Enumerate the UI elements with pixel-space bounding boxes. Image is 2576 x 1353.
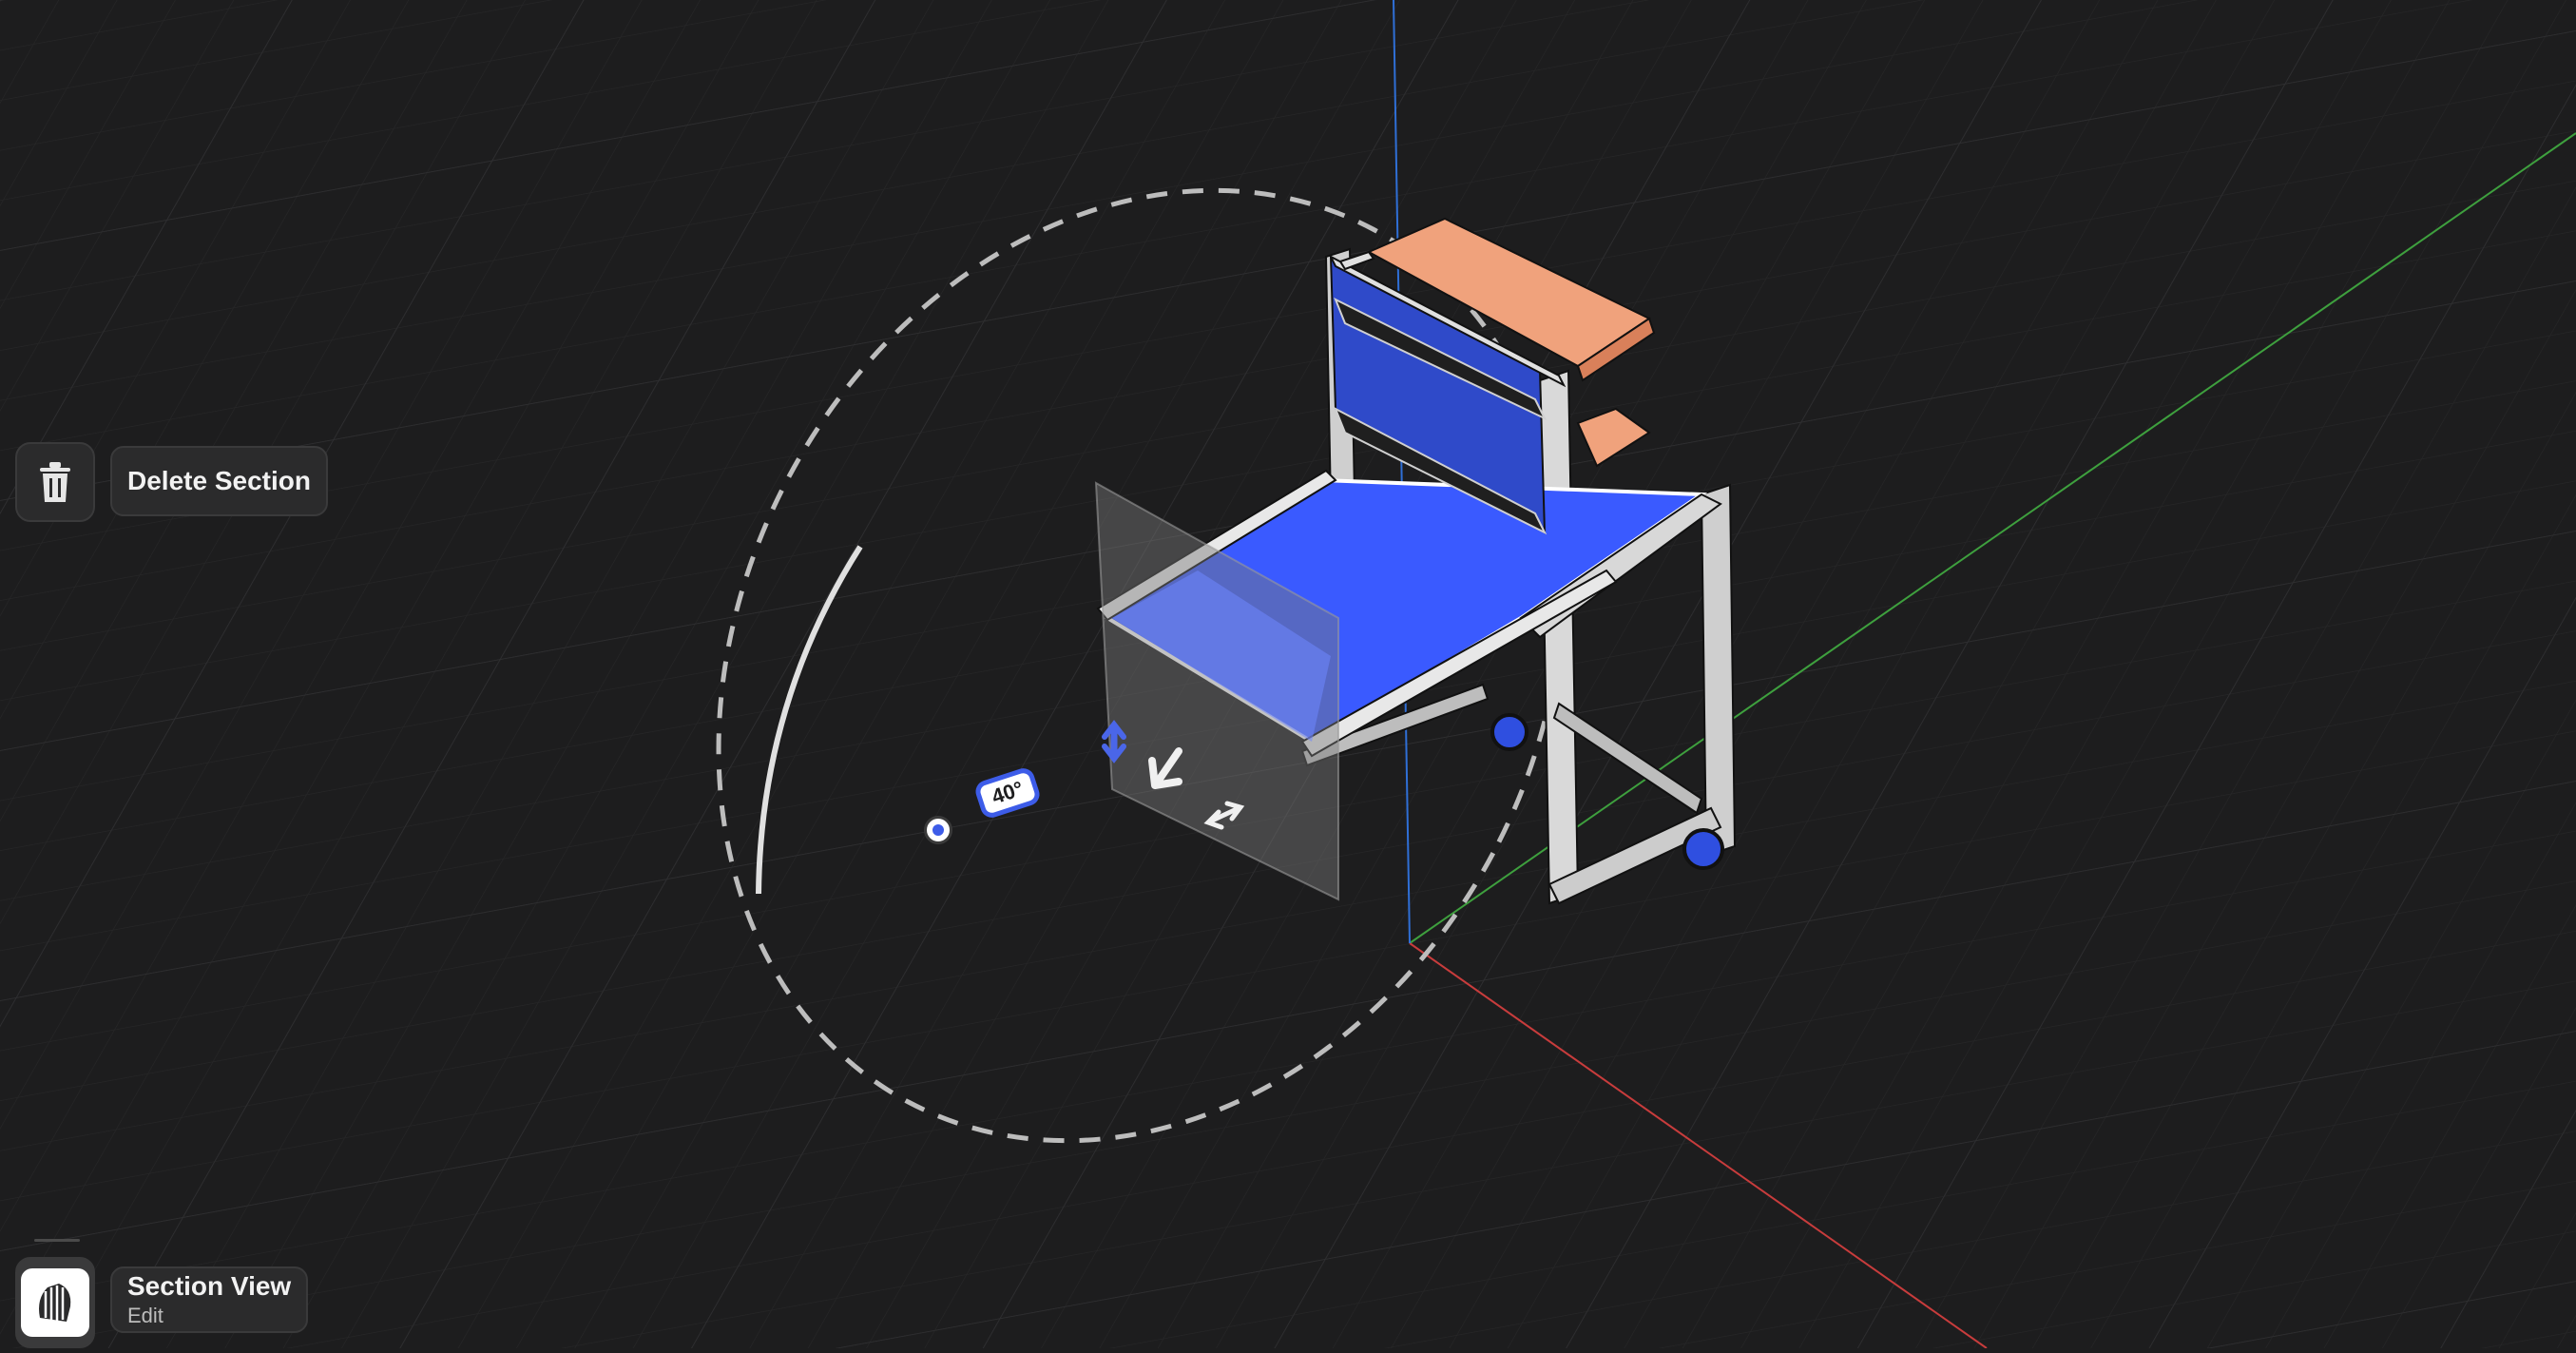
section-view-button[interactable]: [15, 1257, 95, 1348]
section-view-label-box[interactable]: Section View Edit: [110, 1266, 309, 1333]
section-view-label: Section View: [127, 1271, 292, 1301]
delete-section-label: Delete Section: [127, 466, 311, 495]
rotation-handle-icon[interactable]: [924, 816, 952, 844]
delete-section-button[interactable]: [15, 442, 95, 522]
toolbar-divider: [34, 1239, 80, 1242]
section-view-icon: [39, 1284, 71, 1322]
trash-icon: [40, 462, 70, 502]
section-view-sublabel: Edit: [127, 1304, 163, 1327]
delete-section-label-box[interactable]: Delete Section: [110, 446, 328, 516]
3d-viewport[interactable]: 40°: [0, 0, 2576, 1349]
